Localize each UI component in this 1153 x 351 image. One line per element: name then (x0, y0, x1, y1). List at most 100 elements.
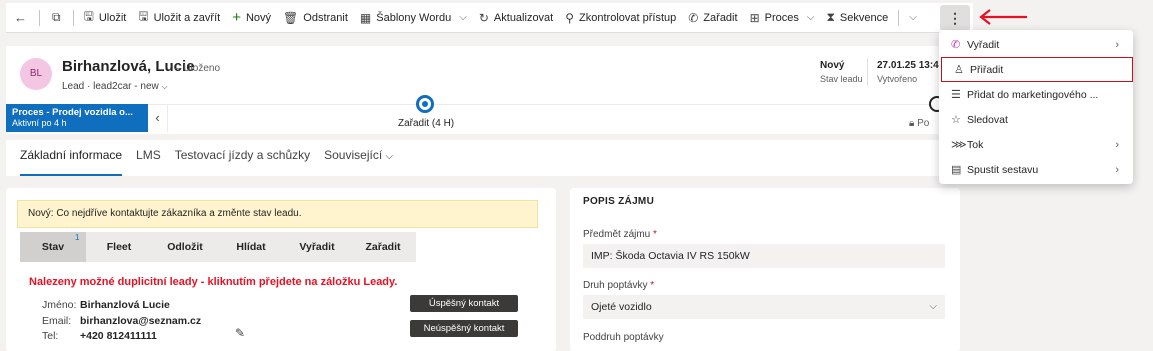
save-close-icon: 🖫 (138, 9, 149, 23)
menu-item-label: Sledovat (967, 113, 1008, 126)
chevron-right-icon: › (1115, 38, 1119, 51)
edit-note-icon[interactable]: ✎ (235, 326, 245, 340)
successful-contact-button[interactable]: Úspěšný kontakt (410, 295, 518, 312)
current-stage-label: Zařadit (4 H) (398, 118, 455, 129)
segment-badge: 1 (75, 233, 80, 242)
chevron-down-icon: ⌵ (385, 151, 394, 162)
word-templates-label: Šablony Wordu (376, 11, 452, 24)
segment-vyradit[interactable]: Vyřadit (284, 232, 350, 262)
save-close-label: Uložit a zavřít (153, 11, 221, 24)
divider (867, 58, 868, 86)
menu-item-follow[interactable]: ☆ Sledovat (939, 107, 1133, 132)
process-label: Proces (764, 11, 799, 24)
duplicate-leads-link[interactable]: Nalezeny možné duplicitní leady - kliknu… (29, 276, 397, 288)
current-stage-indicator[interactable] (416, 95, 434, 113)
unsuccessful-contact-button[interactable]: Neúspěšný kontakt (410, 320, 518, 337)
tab-test-drives[interactable]: Testovací jízdy a schůzky (175, 140, 310, 176)
contact-email-value: birhanzlova@seznam.cz (80, 315, 202, 327)
contact-phone-label: Tel: (42, 330, 59, 342)
contact-name-value: Birhanzlová Lucie (80, 299, 170, 311)
created-on-value: 27.01.25 13:45 (877, 60, 945, 71)
delete-label: Odstranit (303, 11, 348, 24)
required-marker: * (653, 229, 657, 240)
overflow-chevron-button[interactable]: ⌵ (903, 3, 923, 33)
more-vertical-icon: ⋮ (948, 10, 962, 26)
flow-icon: ⋙ (951, 139, 967, 151)
refresh-label: Aktualizovat (493, 11, 554, 24)
chevron-down-icon: ⌵ (161, 82, 168, 91)
request-type-label-text: Druh poptávky (583, 280, 648, 291)
popout-icon: ⧉ (52, 10, 61, 24)
subject-value: IMP: Škoda Octavia IV RS 150kW (591, 250, 750, 262)
next-stage-text: Po (917, 118, 930, 129)
process-back-button[interactable]: ‹ (148, 104, 168, 132)
sequence-label: Sekvence (839, 11, 889, 24)
subject-label: Předmět zájmu * (583, 229, 657, 240)
delete-button[interactable]: 🗑 Odstranit (277, 3, 354, 33)
more-commands-button[interactable]: ⋮ (940, 5, 970, 31)
request-type-label: Druh poptávky * (583, 280, 654, 291)
section-title: POPIS ZÁJMU (583, 196, 655, 207)
warning-banner: Nový: Co nejdříve kontaktujte zákazníka … (17, 200, 538, 228)
qualify-button[interactable]: ✆ Zařadit (682, 3, 743, 33)
created-on-label: Vytvořeno (877, 74, 918, 84)
tab-basic-info[interactable]: Základní informace (20, 140, 123, 176)
contact-name-label: Jméno: (42, 299, 77, 311)
record-subtitle: Lead · lead2car - new ⌵ (62, 81, 168, 92)
run-report-icon: ▤ (951, 164, 962, 176)
process-stage-flyout[interactable]: Proces - Prodej vozidla o... Aktivní po … (6, 104, 148, 132)
word-templates-button[interactable]: ▦ Šablony Wordu ⌵ (354, 3, 473, 33)
form-selector[interactable]: lead2car - new ⌵ (93, 81, 167, 92)
menu-item-disqualify[interactable]: ✆ Vyřadit › (939, 32, 1133, 57)
chevron-right-icon: › (1115, 138, 1119, 151)
refresh-icon: ↻ (478, 10, 489, 25)
segment-zaradit[interactable]: Zařadit (350, 232, 416, 262)
refresh-button[interactable]: ↻ Aktualizovat (473, 3, 559, 33)
request-subtype-label: Poddruh poptávky (583, 332, 664, 343)
lead-status-value: Nový (820, 60, 845, 71)
tab-lms[interactable]: LMS (136, 140, 161, 176)
process-active-time: Aktivní po 4 h (12, 118, 67, 128)
menu-item-run-report[interactable]: ▤ Spustit sestavu › (939, 157, 1133, 182)
word-template-icon: ▦ (359, 10, 372, 25)
menu-item-label: Vyřadit (967, 38, 1000, 51)
menu-item-assign[interactable]: ♙ Přiřadit (941, 57, 1133, 82)
required-marker: * (650, 280, 655, 291)
popout-button[interactable]: ⧉ (44, 3, 69, 33)
divider (39, 9, 40, 26)
save-status: – Uloženo (175, 63, 221, 74)
interest-card (570, 188, 960, 351)
plus-icon: + (232, 9, 241, 26)
form-name: lead2car - new (93, 81, 159, 92)
check-access-label: Zkontrolovat přístup (579, 11, 677, 24)
sequence-icon: ⧗ (826, 10, 835, 24)
annotation-arrow-icon (979, 9, 1027, 25)
segment-fleet[interactable]: Fleet (86, 232, 152, 262)
save-button[interactable]: 🖫 Uložit (78, 3, 133, 33)
menu-item-label: Přidat do marketingového ... (967, 88, 1099, 101)
process-button[interactable]: ⊞ Proces ⌵ (744, 3, 821, 33)
divider (898, 9, 900, 26)
subject-field[interactable]: IMP: Škoda Octavia IV RS 150kW (583, 244, 945, 268)
chevron-left-icon: ‹ (155, 110, 160, 125)
sequence-button[interactable]: ⧗ Sekvence (820, 3, 894, 33)
back-button[interactable]: ← (6, 3, 35, 33)
more-commands-menu: ✆ Vyřadit › ♙ Přiřadit ☰ Přidat do marketing… (939, 30, 1133, 184)
tab-related[interactable]: Související ⌵ (324, 140, 393, 176)
new-button[interactable]: + Nový (226, 3, 277, 33)
menu-item-flow[interactable]: ⋙ Tok › (939, 132, 1133, 157)
add-marketing-list-icon: ☰ (951, 89, 961, 101)
save-and-close-button[interactable]: 🖫 Uložit a zavřít (132, 3, 226, 33)
menu-item-add-marketing-list[interactable]: ☰ Přidat do marketingového ... (939, 82, 1133, 107)
entity-name: Lead (62, 81, 85, 92)
save-icon: 🖫 (83, 9, 94, 23)
subject-label-text: Předmět zájmu (583, 229, 651, 240)
chevron-down-icon: ⌵ (459, 12, 467, 23)
segment-odlozit[interactable]: Odložit (152, 232, 218, 262)
check-access-button[interactable]: ⚲ Zkontrolovat přístup (559, 3, 682, 33)
record-header: BL Birhanzlová, Lucie – Uloženo Lead · l… (6, 46, 966, 104)
qualify-label: Zařadit (703, 11, 738, 24)
request-type-select[interactable]: Ojeté vozidlo ⌵ (583, 295, 945, 319)
segment-hlidat[interactable]: Hlídat (218, 232, 284, 262)
new-label: Nový (245, 11, 272, 24)
